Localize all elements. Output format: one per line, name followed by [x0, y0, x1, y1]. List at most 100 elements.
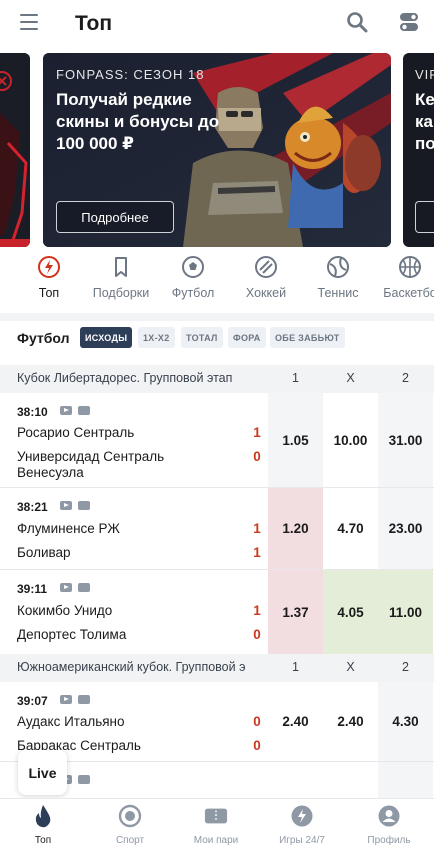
odd-home[interactable]: 1.37 [268, 570, 323, 654]
odd-draw[interactable]: 10.00 [323, 393, 378, 487]
hamburger-menu-icon[interactable] [20, 14, 38, 30]
tab-collections[interactable]: Подборки [86, 254, 156, 300]
column-label: X [346, 371, 355, 385]
score-away: 0 [253, 449, 261, 464]
chip-total[interactable]: ТОТАЛ [181, 327, 223, 348]
sport-tabs: Топ Подборки Футбол Хоккей Теннис Баскет… [0, 254, 434, 310]
ticket-icon [204, 804, 228, 828]
column-label: 1 [292, 660, 299, 674]
live-button[interactable]: Live [18, 750, 67, 795]
match-row[interactable]: 38:21 Флуминенсе РЖ Боливар 1 1 1.20 4.7… [0, 488, 434, 570]
nav-games[interactable]: Игры 24/7 [262, 804, 342, 846]
tab-label: Футбол [171, 286, 215, 300]
football-icon [180, 254, 206, 280]
scoreboard-icon[interactable] [78, 695, 90, 704]
match-time: 38:10 [17, 405, 48, 419]
hockey-puck-icon [253, 254, 279, 280]
profile-icon [377, 804, 401, 828]
search-icon[interactable] [346, 11, 368, 33]
odd-draw[interactable]: 2.40 [323, 682, 378, 761]
section-divider [0, 313, 434, 321]
promo-banner-next[interactable]: VIP Ке ка по [403, 53, 434, 247]
chip-double-chance[interactable]: 1Х-Х2 [138, 327, 175, 348]
section-title: Футбол [17, 330, 70, 346]
scoreboard-icon[interactable] [78, 501, 90, 510]
nav-top[interactable]: Топ [3, 804, 83, 846]
banner-headline: Ке ка по [415, 90, 434, 153]
score-home: 1 [253, 603, 261, 618]
match-row[interactable]: 39:11 Кокимбо Унидо Депортес Толима 1 0 … [0, 570, 434, 654]
flame-icon [31, 804, 55, 828]
odd-home[interactable]: 1.20 [268, 488, 323, 569]
banner-eyebrow: FONPASS: СЕЗОН 18 [56, 67, 205, 82]
league-header[interactable]: Южноамериканский кубок. Групповой э 1 X … [0, 654, 434, 682]
nav-my-bets[interactable]: Мои пари [176, 804, 256, 846]
score-home: 1 [253, 425, 261, 440]
match-row[interactable]: 38:10 Росарио Сентраль Универсидад Сентр… [0, 393, 434, 488]
league-name: Южноамериканский кубок. Групповой э [17, 660, 246, 674]
nav-profile[interactable]: Профиль [349, 804, 429, 846]
promo-carousel[interactable]: FONPASS: СЕЗОН 18 Получай редкие скины и… [0, 53, 434, 247]
toggle-settings-icon[interactable] [399, 12, 419, 32]
match-time: 39:11 [17, 582, 48, 596]
odd-home[interactable] [268, 762, 323, 798]
tab-label: Теннис [317, 286, 359, 300]
odd-home[interactable]: 1.05 [268, 393, 323, 487]
banner-details-button[interactable] [415, 201, 434, 233]
market-filter-row: Футбол ИСХОДЫ 1Х-Х2 ТОТАЛ ФОРА ОБЕ ЗАБЬЮ… [0, 321, 434, 357]
banner-headline: Получай редкие скины и бонусы до 100 000… [56, 90, 220, 153]
odd-draw[interactable]: 4.70 [323, 488, 378, 569]
nav-sport[interactable]: Спорт [90, 804, 170, 846]
match-time: 38:21 [17, 500, 48, 514]
promo-banner-fonpass[interactable]: FONPASS: СЕЗОН 18 Получай редкие скины и… [43, 53, 391, 247]
league-header[interactable]: Кубок Либертадорес. Групповой этап 1 X 2 [0, 365, 434, 393]
tab-football[interactable]: Футбол [158, 254, 228, 300]
chip-handicap[interactable]: ФОРА [228, 327, 266, 348]
chip-both-score[interactable]: ОБЕ ЗАБЬЮТ [270, 327, 345, 348]
target-icon [118, 804, 142, 828]
odd-away[interactable] [378, 762, 433, 798]
team-away: Боливар [17, 545, 71, 560]
tab-label: Топ [38, 286, 60, 300]
tab-label: Баскетбо [383, 286, 434, 300]
promo-banner-previous[interactable] [0, 53, 30, 247]
video-icon[interactable] [60, 501, 72, 510]
odd-draw[interactable]: 4.05 [323, 570, 378, 654]
nav-label: Профиль [367, 835, 411, 846]
team-home: Росарио Сентраль [17, 425, 135, 440]
score-away: 0 [253, 738, 261, 753]
tab-hockey[interactable]: Хоккей [231, 254, 301, 300]
scoreboard-icon[interactable] [78, 406, 90, 415]
odd-away[interactable]: 11.00 [378, 570, 433, 654]
league-name: Кубок Либертадорес. Групповой этап [17, 371, 233, 385]
nav-label: Топ [34, 835, 52, 846]
tab-label: Хоккей [245, 286, 287, 300]
match-row[interactable]: 39:07 Аудакс Итальяно Барракас Сентраль … [0, 682, 434, 762]
banner-details-button[interactable]: Подробнее [56, 201, 174, 233]
odd-away[interactable]: 4.30 [378, 682, 433, 761]
scoreboard-icon[interactable] [78, 583, 90, 592]
scoreboard-icon[interactable] [78, 775, 90, 784]
banner-art-image [0, 53, 30, 247]
banner-eyebrow: VIP [415, 67, 434, 82]
score-home: 1 [253, 521, 261, 536]
nav-label: Игры 24/7 [279, 835, 325, 846]
team-home: Кокимбо Унидо [17, 603, 113, 618]
tab-top[interactable]: Топ [14, 254, 84, 300]
video-icon[interactable] [60, 406, 72, 415]
chip-outcomes[interactable]: ИСХОДЫ [80, 327, 133, 348]
top-bar: Топ [0, 0, 434, 50]
column-label: X [346, 660, 355, 674]
tab-tennis[interactable]: Теннис [303, 254, 373, 300]
odd-away[interactable]: 23.00 [378, 488, 433, 569]
video-icon[interactable] [60, 695, 72, 704]
column-label: 2 [402, 660, 409, 674]
column-label: 1 [292, 371, 299, 385]
column-label: 2 [402, 371, 409, 385]
page-title: Топ [75, 12, 113, 35]
video-icon[interactable] [60, 583, 72, 592]
odd-home[interactable]: 2.40 [268, 682, 323, 761]
score-away: 1 [253, 545, 261, 560]
odd-away[interactable]: 31.00 [378, 393, 433, 487]
tab-basketball[interactable]: Баскетбо [375, 254, 434, 300]
